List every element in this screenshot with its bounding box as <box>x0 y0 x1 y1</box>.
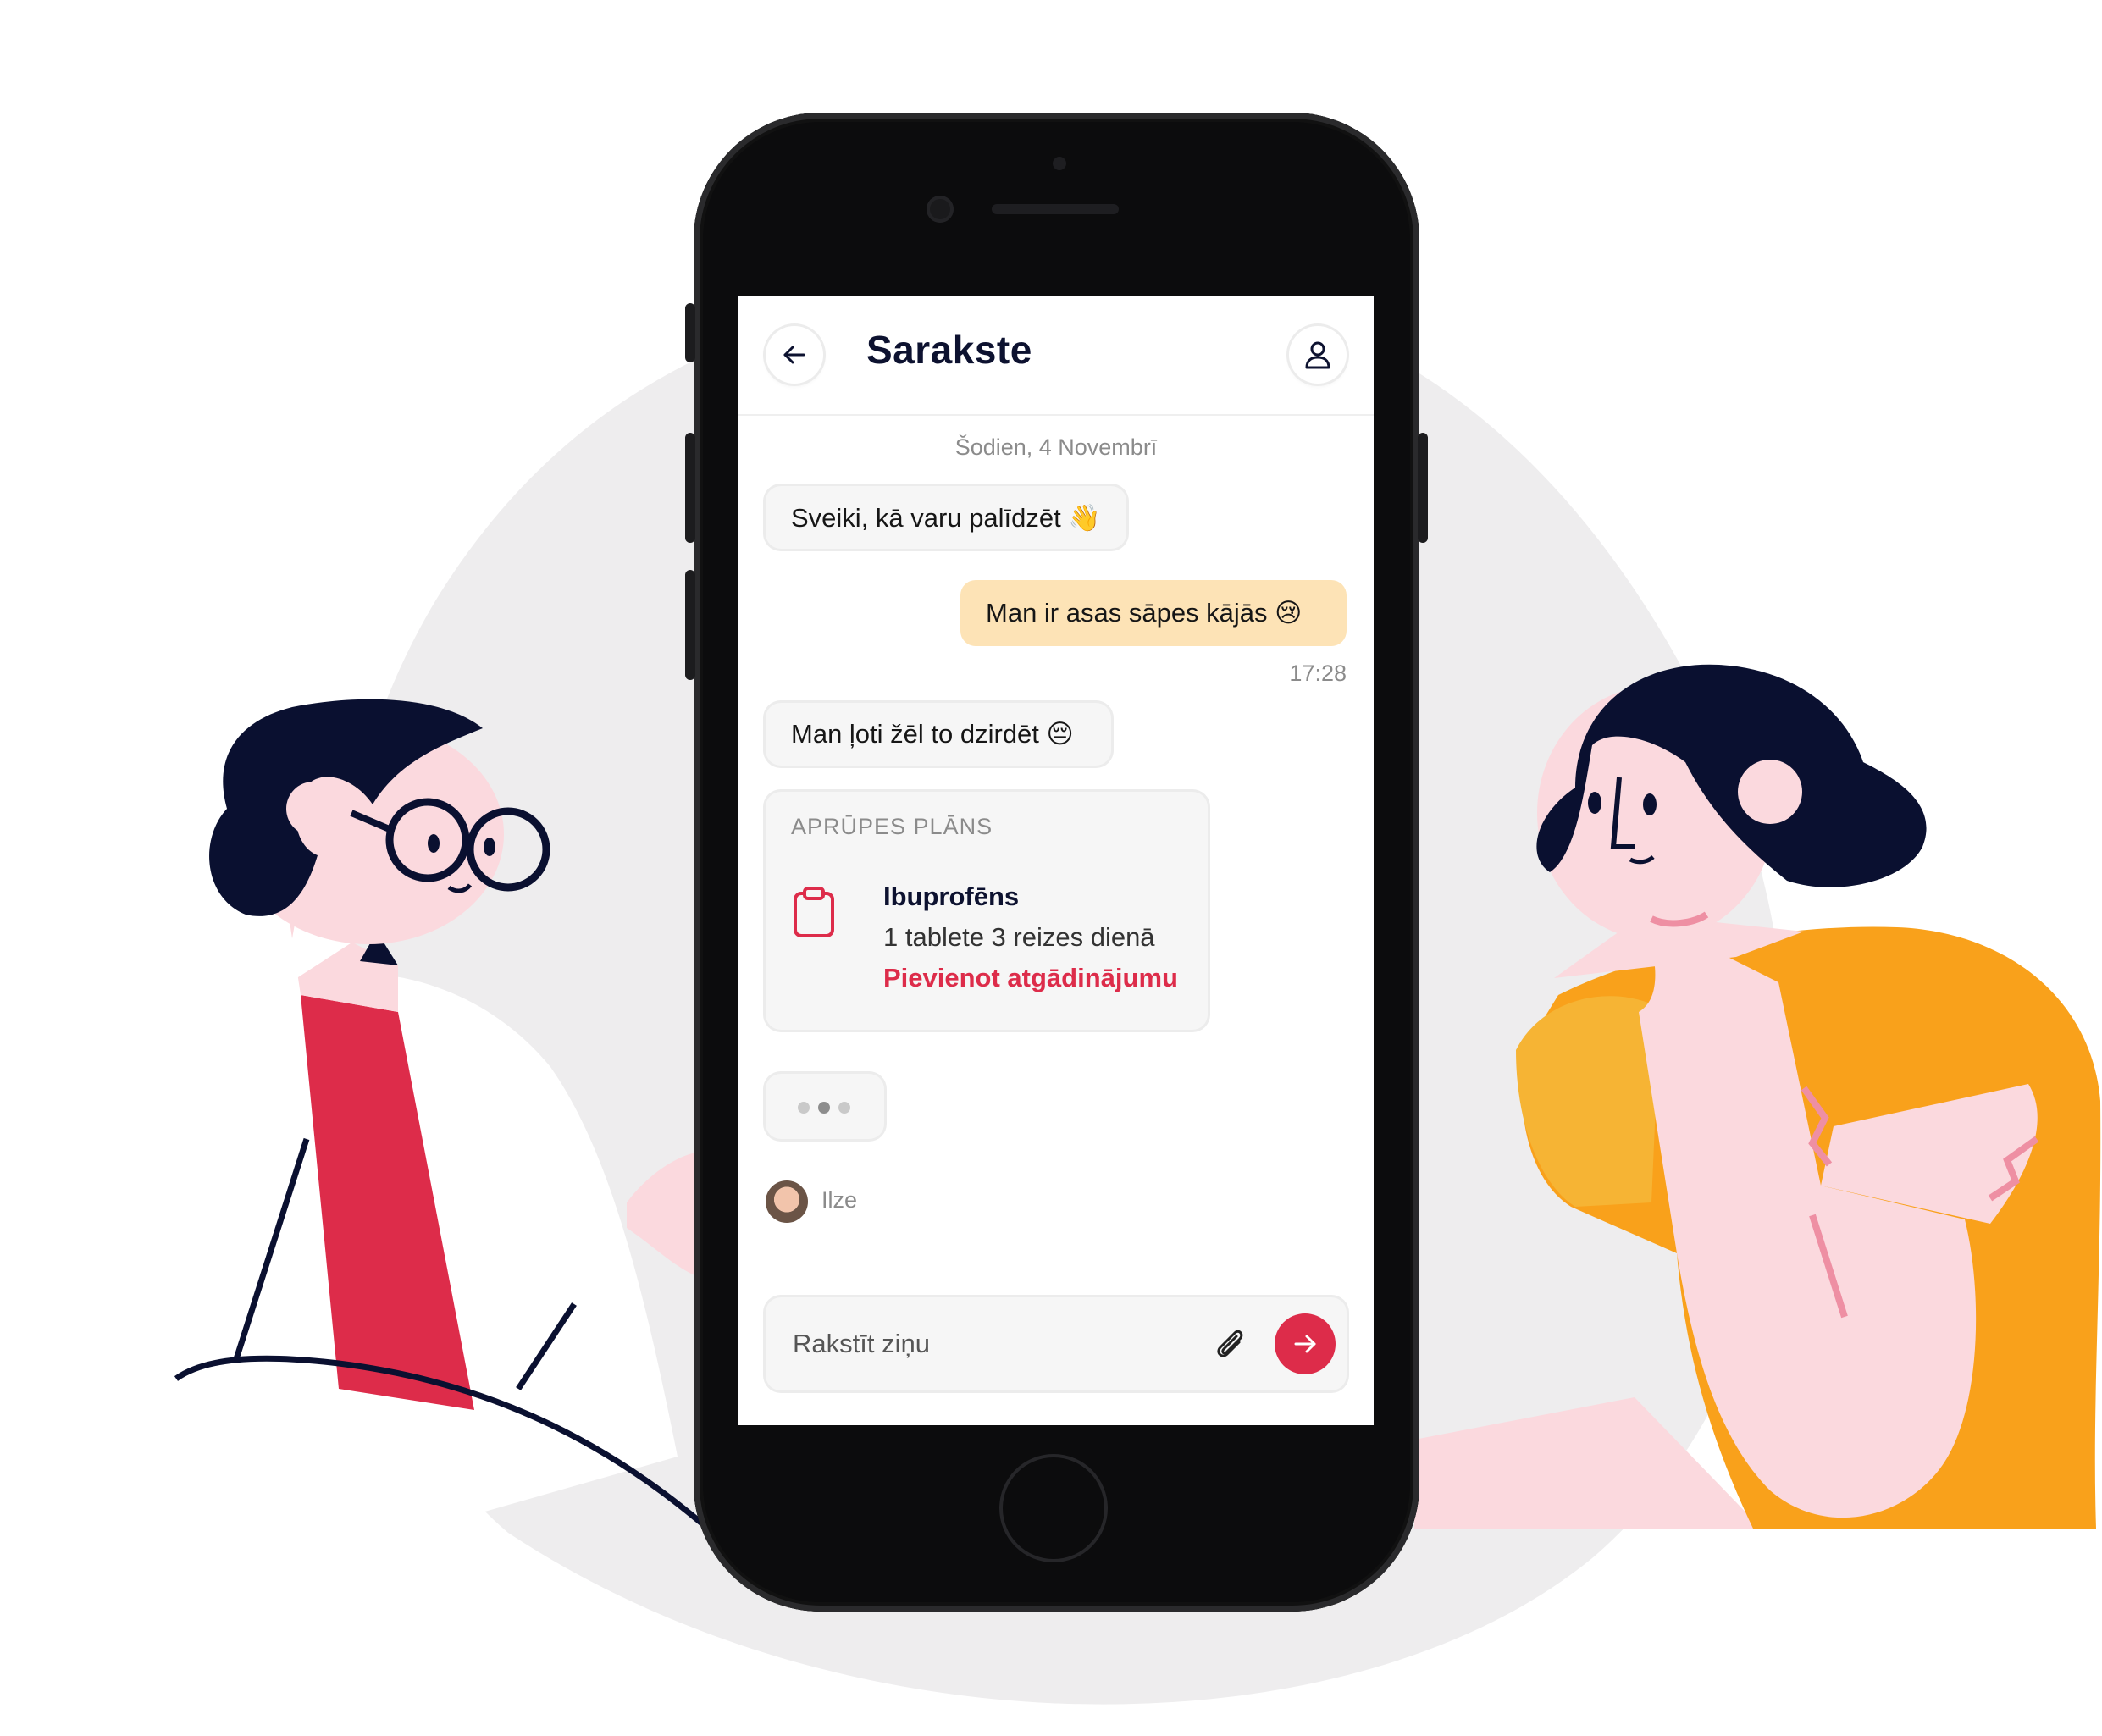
typing-dot <box>818 1102 830 1114</box>
phone-sensor <box>1053 157 1066 170</box>
incoming-message: Man ļoti žēl to dzirdēt 😔 <box>766 703 1111 766</box>
paperclip-icon <box>1217 1330 1243 1357</box>
send-button[interactable] <box>1275 1313 1336 1374</box>
phone-side-button <box>685 303 695 362</box>
phone-home-button[interactable] <box>999 1454 1108 1562</box>
attach-button[interactable] <box>1208 1321 1253 1367</box>
chat-screen: Sarakste Šodien, 4 Novembrī Sveiki, kā v… <box>738 296 1374 1425</box>
clipboard-icon <box>794 887 834 937</box>
phone-device: Sarakste Šodien, 4 Novembrī Sveiki, kā v… <box>685 113 1428 1612</box>
care-plan-label: APRŪPES PLĀNS <box>791 814 993 839</box>
incoming-message: Sveiki, kā varu palīdzēt 👋 <box>766 486 1126 549</box>
arrow-right-icon <box>1294 1335 1316 1353</box>
add-reminder-link[interactable]: Pievienot atgādinājumu <box>883 963 1178 993</box>
profile-button[interactable] <box>1289 326 1347 384</box>
typing-author-name: Ilze <box>821 1187 858 1213</box>
message-timestamp: 17:28 <box>1289 661 1347 686</box>
user-icon <box>1305 341 1330 369</box>
phone-front-camera <box>927 196 954 223</box>
medicine-dosage: 1 tablete 3 reizes dienā <box>883 922 1155 952</box>
message-composer <box>766 1297 1347 1390</box>
arrow-left-icon <box>783 346 805 364</box>
typing-indicator <box>766 1074 884 1139</box>
care-plan-card: APRŪPES PLĀNS Ibuprofēns 1 tablete 3 rei… <box>766 792 1208 1030</box>
outgoing-message: Man ir asas sāpes kājās 😢 <box>960 580 1347 646</box>
phone-speaker <box>992 204 1119 214</box>
avatar <box>766 1180 808 1223</box>
phone-power-button <box>1418 433 1428 543</box>
typing-dot <box>838 1102 850 1114</box>
scene: Sarakste Šodien, 4 Novembrī Sveiki, kā v… <box>0 0 2102 1736</box>
date-separator: Šodien, 4 Novembrī <box>954 434 1158 460</box>
message-input[interactable] <box>793 1297 1199 1390</box>
typing-dot <box>798 1102 810 1114</box>
page-title: Sarakste <box>866 328 1032 372</box>
app-header: Sarakste <box>738 296 1374 416</box>
medicine-name: Ibuprofēns <box>883 882 1020 911</box>
phone-volume-down-button <box>685 570 695 680</box>
back-button[interactable] <box>766 326 823 384</box>
phone-volume-up-button <box>685 433 695 543</box>
